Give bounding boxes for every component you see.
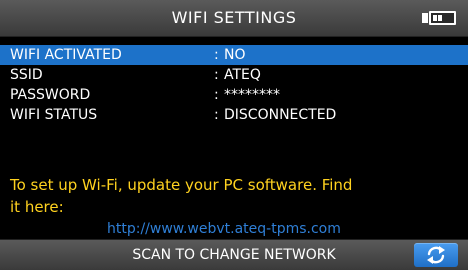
setting-row-wifi-activated[interactable]: WIFI ACTIVATED : NO	[0, 45, 468, 65]
setting-value: DISCONNECTED	[224, 107, 337, 123]
setting-separator: :	[214, 67, 219, 83]
setting-label: SSID	[10, 67, 43, 83]
setting-value: NO	[224, 47, 246, 63]
refresh-icon	[427, 246, 445, 264]
setting-value: ATEQ	[224, 67, 261, 83]
bottom-bar: SCAN TO CHANGE NETWORK	[0, 239, 468, 270]
scan-network-label: SCAN TO CHANGE NETWORK	[132, 247, 336, 263]
setting-separator: :	[214, 47, 219, 63]
setting-label: WIFI ACTIVATED	[10, 47, 122, 63]
download-link[interactable]: http://www.webvt.ateq-tpms.com	[107, 221, 341, 237]
setting-label: WIFI STATUS	[10, 107, 98, 123]
battery-icon	[420, 9, 458, 27]
setting-value: ********	[224, 87, 280, 103]
title-bar: WIFI SETTINGS	[0, 0, 468, 37]
setting-row-ssid[interactable]: SSID : ATEQ	[0, 65, 468, 85]
setting-separator: :	[214, 87, 219, 103]
setting-label: PASSWORD	[10, 87, 91, 103]
setting-row-wifi-status[interactable]: WIFI STATUS : DISCONNECTED	[0, 105, 468, 125]
setup-info-text: To set up Wi-Fi, update your PC software…	[10, 176, 353, 216]
setting-row-password[interactable]: PASSWORD : ********	[0, 85, 468, 105]
setting-separator: :	[214, 107, 219, 123]
page-title: WIFI SETTINGS	[171, 8, 297, 27]
refresh-button[interactable]	[414, 243, 458, 267]
